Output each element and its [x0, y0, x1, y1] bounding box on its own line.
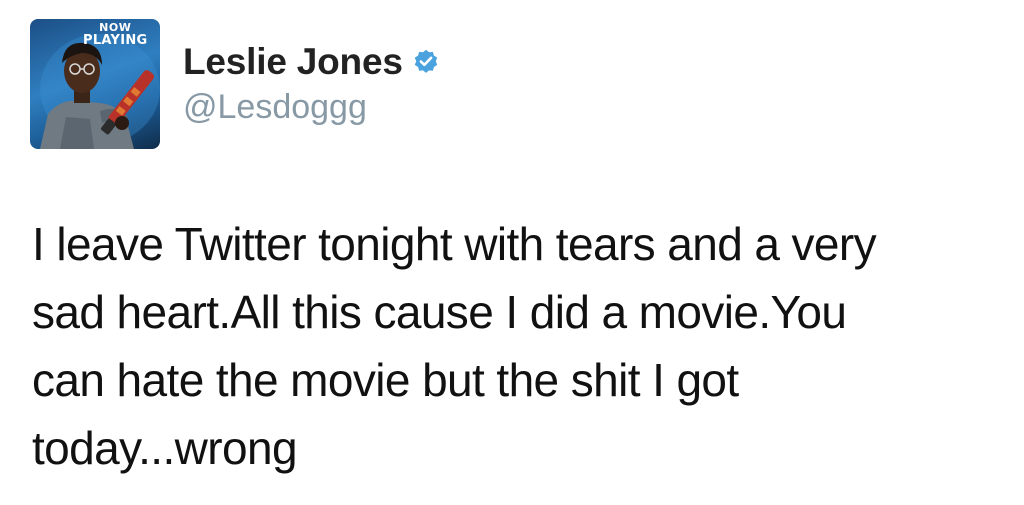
- avatar[interactable]: NOW PLAYING: [30, 19, 160, 149]
- badge-line-1: NOW: [99, 21, 132, 34]
- display-name[interactable]: Leslie Jones: [183, 41, 403, 83]
- tweet-text-line: I leave Twitter tonight with tears and a…: [32, 218, 877, 270]
- tweet-text-line: today...wrong: [32, 422, 298, 474]
- tweet-card: NOW PLAYING Leslie Jones @Lesdoggg I lea…: [0, 0, 1024, 505]
- tweet-text-line: can hate the movie but the shit I got: [32, 354, 739, 406]
- verified-badge-icon: [412, 48, 440, 76]
- tweet-text: I leave Twitter tonight with tears and a…: [32, 210, 1007, 482]
- now-playing-badge: NOW PLAYING: [83, 22, 148, 47]
- badge-line-2: PLAYING: [83, 33, 148, 48]
- tweet-text-line: sad heart.All this cause I did a movie.Y…: [32, 286, 847, 338]
- user-handle[interactable]: @Lesdoggg: [183, 88, 367, 127]
- user-name-row[interactable]: Leslie Jones: [183, 41, 440, 83]
